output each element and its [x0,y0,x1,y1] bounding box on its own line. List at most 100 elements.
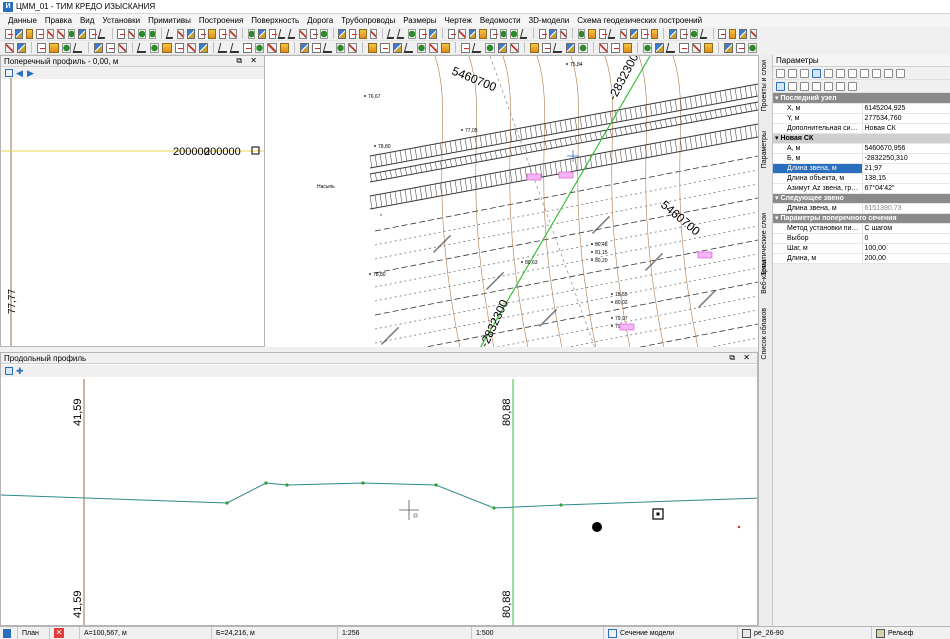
relief-layer[interactable]: Рельеф [872,627,950,639]
toolbar-tool-icon[interactable] [728,28,737,39]
param-value[interactable]: -2832250,310 [862,153,950,164]
param-value[interactable]: Новая СК [862,123,950,134]
menu-item-7[interactable]: Дорога [303,16,337,25]
close-icon[interactable] [896,68,905,78]
param-row[interactable]: Длина звена, м 6151390,73 [773,203,950,214]
toolbar-tool-icon[interactable] [348,28,358,39]
toolbar-tool-icon[interactable] [127,28,136,39]
param-group-header[interactable]: ▾ Последний узел [773,93,950,104]
toolbar-tool-icon[interactable] [458,28,466,39]
toolbar-tool-icon[interactable] [441,42,451,53]
vtab-0[interactable]: Проекты и слои [761,60,768,111]
longitudinal-profile-panel[interactable]: Продольный профиль ⧉ ✕ ✚ 41,59 41,59 80,88… [0,352,758,626]
toolbar-tool-icon[interactable] [588,28,596,39]
menu-item-6[interactable]: Поверхность [247,16,303,25]
toolbar-tool-icon[interactable] [320,28,328,39]
toolbar-tool-icon[interactable] [679,42,689,53]
menu-item-4[interactable]: Примитивы [144,16,195,25]
toolbar-tool-icon[interactable] [499,28,508,39]
toolbar-tool-icon[interactable] [258,28,266,39]
toolbar-tool-icon[interactable] [138,28,146,39]
toolbar-tool-icon[interactable] [72,42,85,53]
param-value[interactable]: 138,15 [862,173,950,184]
menu-item-11[interactable]: Ведомости [476,16,525,25]
toolbar-tool-icon[interactable] [176,28,185,39]
toolbar-tool-icon[interactable] [735,42,746,53]
param-value[interactable]: 6151390,73 [862,203,950,214]
cross-section-canvas[interactable]: 200000 200000 77,77 [1,56,265,347]
toolbar-tool-icon[interactable] [217,42,230,53]
line-mode-icon[interactable] [776,81,785,91]
param-row[interactable]: А, м 5460670,956 [773,143,950,154]
toolbar-tool-icon[interactable] [703,42,713,53]
insert-icon[interactable] [848,68,857,78]
toolbar-tool-icon[interactable] [268,28,278,39]
plan-view[interactable]: 5460700 -2832300 5460700 -2832300 76,67 75,84… [265,55,758,347]
toolbar-tool-icon[interactable] [386,28,397,39]
toolbar-tool-icon[interactable] [447,28,457,39]
toolbar-tool-icon[interactable] [218,28,228,39]
toolbar-tool-icon[interactable] [299,28,307,39]
toolbar-tool-icon[interactable] [380,42,390,53]
undo-icon[interactable] [788,68,797,78]
toolbar-tool-icon[interactable] [311,42,321,53]
param-group-header[interactable]: ▾ Параметры поперечного сечения [773,213,950,224]
menu-item-10[interactable]: Чертеж [440,16,475,25]
cross-icon[interactable] [812,68,821,78]
toolbar-tool-icon[interactable] [479,28,487,39]
toolbar-tool-icon[interactable] [299,42,309,53]
toolbar-tool-icon[interactable] [718,28,728,39]
toolbar-tool-icon[interactable] [37,42,47,53]
menu-item-8[interactable]: Трубопроводы [337,16,399,25]
toolbar-tool-icon[interactable] [93,42,103,53]
toolbar-tool-icon[interactable] [198,42,209,53]
param-group-header[interactable]: ▾ Новая СК [773,133,950,144]
param-row[interactable]: Шаг, м 100,00 [773,243,950,254]
vtab-3[interactable]: Веб-карты [761,260,768,294]
menu-item-5[interactable]: Построения [195,16,247,25]
toolbar-tool-icon[interactable] [229,42,242,53]
toolbar-tool-icon[interactable] [610,42,620,53]
toolbar-tool-icon[interactable] [287,28,298,39]
toolbar-tool-icon[interactable] [369,28,378,39]
align-icon[interactable] [860,68,869,78]
toolbar-tool-icon[interactable] [118,42,128,53]
toolbar-tool-icon[interactable] [309,28,319,39]
toolbar-tool-icon[interactable] [5,28,14,39]
toolbar-tool-icon[interactable] [336,42,346,53]
toolbar-tool-icon[interactable] [749,28,758,39]
toolbar-tool-icon[interactable] [739,28,747,39]
toolbar-tool-icon[interactable] [243,42,253,53]
move-icon[interactable] [836,68,845,78]
toolbar-tool-icon[interactable] [665,42,678,53]
toolbar-tool-icon[interactable] [630,28,638,39]
param-row[interactable]: X, м 6145204,925 [773,103,950,114]
param-value[interactable]: С шагом [862,223,950,234]
cross-section-panel[interactable]: Поперечный профиль - 0,00, м ⧉ ✕ ◀ ▶ 200… [0,55,265,347]
toolbar-tool-icon[interactable] [279,42,289,53]
toolbar-tool-icon[interactable] [148,28,157,39]
node-icon[interactable] [800,68,809,78]
menu-item-12[interactable]: 3D-модели [525,16,574,25]
param-row[interactable]: Выбор 0 [773,233,950,244]
toolbar-tool-icon[interactable] [497,42,507,53]
param-row[interactable]: Азимут Аz звена, град. 67°04'42" [773,183,950,194]
toolbar-tool-icon[interactable] [577,28,586,39]
toolbar-tool-icon[interactable] [640,28,650,39]
toolbar-tool-icon[interactable] [510,28,518,39]
arc-icon[interactable] [788,81,797,91]
toolbar-tool-icon[interactable] [468,28,477,39]
toolbar-tool-icon[interactable] [529,42,540,53]
toolbar-tool-icon[interactable] [322,42,335,53]
toolbar-tool-icon[interactable] [229,28,237,39]
param-row[interactable]: Длина звена, м 21,97 [773,163,950,174]
toolbar-tool-icon[interactable] [559,28,568,39]
plan-tab[interactable]: План [18,626,50,639]
toolbar-tool-icon[interactable] [416,42,427,53]
toolbar-tool-icon[interactable] [197,28,207,39]
menu-item-2[interactable]: Вид [76,16,98,25]
toolbar-tool-icon[interactable] [608,28,618,39]
toolbar-tool-icon[interactable] [117,28,126,39]
menu-item-9[interactable]: Размеры [399,16,440,25]
sum-icon[interactable] [872,68,881,78]
